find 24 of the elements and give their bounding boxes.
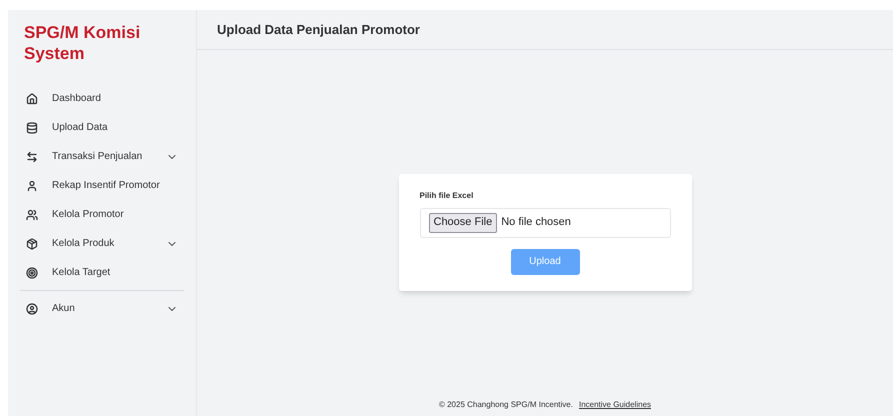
- nav-item[interactable]: Rekap Insentif Promotor: [8, 171, 196, 200]
- field-label: Pilih file Excel: [420, 190, 474, 202]
- guidelines-link[interactable]: Incentive Guidelines: [578, 399, 652, 411]
- file-status: No file chosen: [501, 215, 571, 230]
- people-icon: [26, 208, 38, 220]
- person-icon: [26, 302, 38, 314]
- choose-file-button[interactable]: Choose File: [428, 212, 498, 232]
- page-title: Upload Data Penjualan Promotor: [217, 20, 420, 39]
- arrows-icon: [26, 150, 38, 162]
- box-icon: [26, 238, 38, 250]
- nav-item[interactable]: Kelola Promotor: [8, 200, 196, 229]
- nav-item[interactable]: Dashboard: [8, 84, 196, 113]
- nav-item[interactable]: Kelola Produk: [8, 229, 196, 258]
- nav-item[interactable]: Transaksi Penjualan: [8, 142, 196, 171]
- nav-item[interactable]: Akun: [8, 294, 196, 323]
- copyright-text: © 2025 Changhong SPG/M Incentive.: [438, 399, 573, 411]
- brand-title: SPG/M Komisi System: [23, 22, 142, 64]
- nav-item[interactable]: Kelola Target: [8, 258, 196, 287]
- file-input[interactable]: Choose File No file chosen: [420, 208, 670, 238]
- database-icon: [26, 122, 38, 134]
- house-icon: [26, 92, 38, 104]
- target-icon: [26, 266, 38, 278]
- nav-item[interactable]: Upload Data: [8, 113, 196, 142]
- person-icon: [26, 180, 38, 192]
